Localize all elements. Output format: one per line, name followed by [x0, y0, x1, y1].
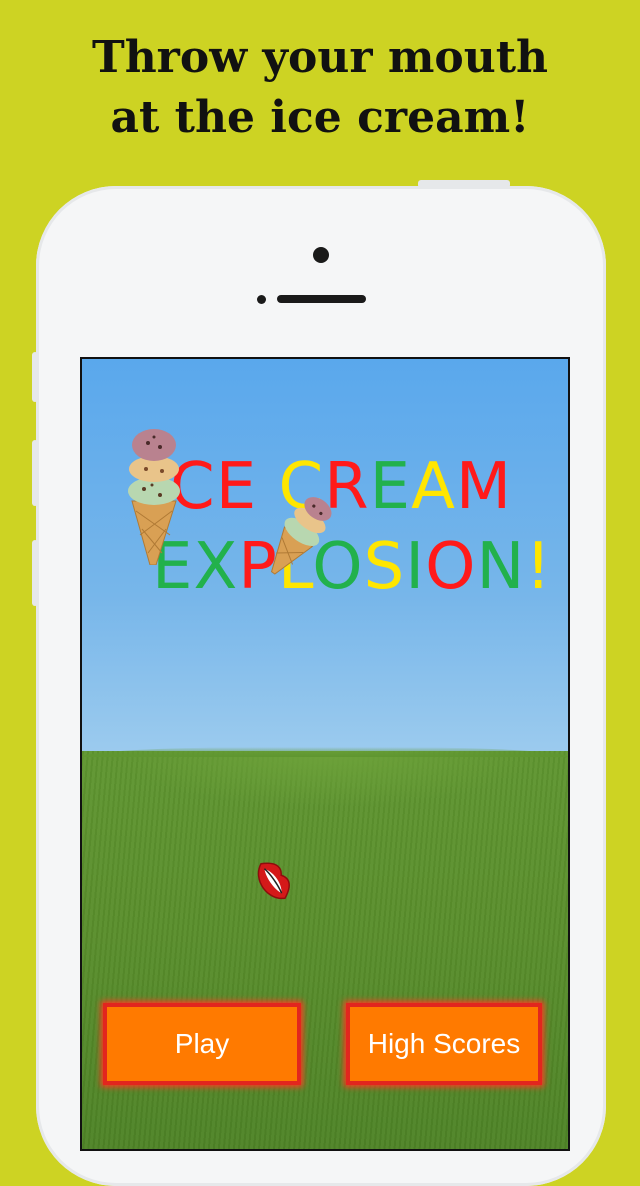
title-line-1-letter: E: [369, 450, 412, 524]
title-line-1-letter: M: [455, 450, 513, 524]
grass-field: [82, 751, 568, 1149]
earpiece-speaker: [277, 295, 366, 303]
phone-volume-up: [32, 440, 38, 506]
headline-line-2: at the ice cream!: [110, 92, 530, 143]
title-line-2-letter: I: [405, 530, 426, 604]
headline-line-1: Throw your mouth: [91, 32, 549, 83]
phone-mute-switch: [32, 352, 38, 402]
title-line-2-letter: !: [525, 530, 553, 604]
title-line-2-letter: N: [476, 530, 526, 604]
phone-top-button: [418, 180, 510, 188]
title-line-2-letter: O: [425, 530, 477, 604]
title-line-2-letter: S: [363, 530, 406, 604]
title-line-1-letter: A: [411, 450, 456, 524]
ice-cream-cone-large-icon: [128, 429, 180, 565]
lips-icon[interactable]: [250, 855, 296, 907]
front-camera: [313, 247, 329, 263]
high-scores-button[interactable]: High Scores: [346, 1003, 542, 1085]
title-line-2: EXPLOSION!: [152, 531, 552, 603]
proximity-sensor: [257, 295, 266, 304]
headline: Throw your mouth at the ice cream!: [0, 28, 640, 148]
ice-cream-cone-small-icon: [270, 497, 332, 575]
phone-volume-down: [32, 540, 38, 606]
play-button[interactable]: Play: [103, 1003, 301, 1085]
horizon: [82, 747, 568, 757]
game-screen: CE CREAM EXPLOSION! Play High Scores: [80, 357, 570, 1151]
